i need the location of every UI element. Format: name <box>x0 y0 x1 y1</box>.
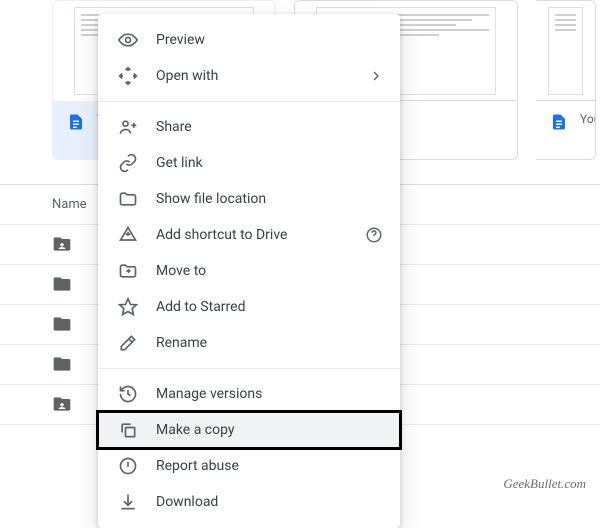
menu-item-share[interactable]: Share <box>98 109 400 145</box>
menu-label: Move to <box>156 263 384 279</box>
folder-icon <box>52 274 72 294</box>
menu-label: Show file location <box>156 191 384 207</box>
move-to-icon <box>118 261 138 281</box>
menu-item-download[interactable]: Download <box>98 484 400 520</box>
download-icon <box>118 492 138 512</box>
menu-label: Report abuse <box>156 458 384 474</box>
menu-label: Share <box>156 119 384 135</box>
person-add-icon <box>118 117 138 137</box>
context-menu: Preview Open with Share Get link Show fi… <box>98 14 400 528</box>
file-thumbnail <box>536 1 595 101</box>
menu-item-add-starred[interactable]: Add to Starred <box>98 289 400 325</box>
menu-separator <box>98 368 400 369</box>
menu-item-preview[interactable]: Preview <box>98 22 400 58</box>
watermark: GeekBullet.com <box>503 476 586 492</box>
folder-outline-icon <box>118 189 138 209</box>
menu-label: Get link <box>156 155 384 171</box>
doc-icon <box>550 113 568 131</box>
copy-icon <box>118 420 138 440</box>
menu-item-get-link[interactable]: Get link <box>98 145 400 181</box>
menu-label: Open with <box>156 68 368 84</box>
menu-item-add-shortcut[interactable]: Add shortcut to Drive <box>98 217 400 253</box>
menu-item-manage-versions[interactable]: Manage versions <box>98 376 400 412</box>
menu-item-rename[interactable]: Rename <box>98 325 400 361</box>
eye-icon <box>118 30 138 50</box>
history-icon <box>118 384 138 404</box>
menu-label: Download <box>156 494 384 510</box>
menu-label: Make a copy <box>156 422 384 438</box>
pencil-icon <box>118 333 138 353</box>
alert-icon <box>118 456 138 476</box>
doc-icon <box>67 113 85 131</box>
menu-label: Add shortcut to Drive <box>156 227 364 243</box>
file-subtitle: You <box>580 111 596 128</box>
menu-separator <box>98 101 400 102</box>
menu-label: Preview <box>156 32 384 48</box>
shared-folder-icon <box>52 394 72 414</box>
menu-item-make-a-copy[interactable]: Make a copy <box>98 412 400 448</box>
link-icon <box>118 153 138 173</box>
menu-item-open-with[interactable]: Open with <box>98 58 400 94</box>
menu-item-report-abuse[interactable]: Report abuse <box>98 448 400 484</box>
help-icon[interactable] <box>364 226 384 244</box>
menu-item-show-location[interactable]: Show file location <box>98 181 400 217</box>
chevron-right-icon <box>368 68 384 84</box>
file-card[interactable]: You <box>536 0 596 160</box>
menu-label: Add to Starred <box>156 299 384 315</box>
menu-label: Manage versions <box>156 386 384 402</box>
folder-icon <box>52 354 72 374</box>
shared-folder-icon <box>52 234 72 254</box>
menu-item-move-to[interactable]: Move to <box>98 253 400 289</box>
folder-icon <box>52 314 72 334</box>
drive-shortcut-icon <box>118 225 138 245</box>
menu-label: Rename <box>156 335 384 351</box>
open-with-icon <box>118 66 138 86</box>
star-icon <box>118 297 138 317</box>
